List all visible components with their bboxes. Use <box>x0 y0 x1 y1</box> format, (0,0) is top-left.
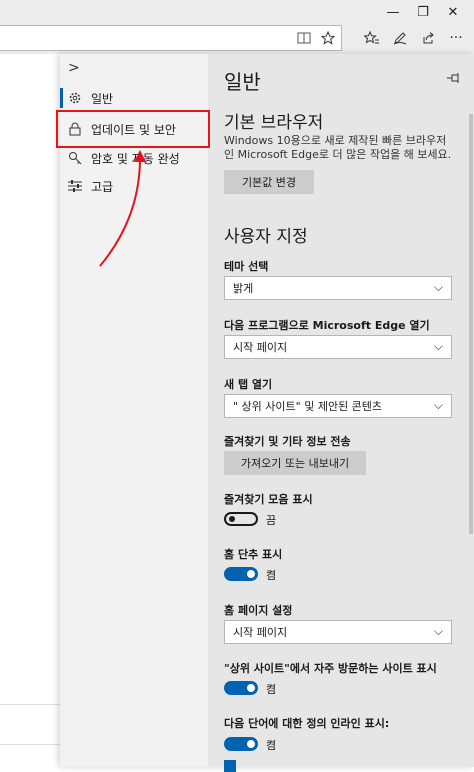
top-sites-state: 켬 <box>266 683 277 696</box>
settings-content: 일반 기본 브라우저 Windows 10용으로 새로 제작된 빠른 브라우저인… <box>208 54 474 772</box>
browser-toolbar: ··· <box>0 24 474 54</box>
sliders-icon <box>67 178 83 194</box>
theme-select[interactable]: 밝게 ⌵ <box>224 276 452 300</box>
home-button-toggle[interactable] <box>224 567 258 581</box>
import-export-button[interactable]: 가져오기 또는 내보내기 <box>224 451 366 475</box>
definition-checkbox[interactable] <box>224 760 236 772</box>
home-page-value: 시작 페이지 <box>233 626 288 639</box>
annotation-arrow <box>99 150 146 267</box>
page-divider <box>0 744 60 745</box>
new-tab-value: " 상위 사이트" 및 제안된 콘텐츠 <box>233 400 383 413</box>
pin-icon[interactable] <box>447 72 460 87</box>
more-icon[interactable]: ··· <box>442 25 470 51</box>
nav-item-general[interactable]: 일반 <box>60 84 208 112</box>
favorites-bar-state: 끔 <box>266 514 277 527</box>
inline-definition-toggle[interactable] <box>224 737 258 751</box>
open-with-select[interactable]: 시작 페이지 ⌵ <box>224 335 452 359</box>
chevron-down-icon: ⌵ <box>433 624 443 638</box>
open-with-label: 다음 프로그램으로 Microsoft Edge 열기 <box>224 319 430 332</box>
scrollbar-thumb[interactable] <box>469 114 473 534</box>
default-browser-description: Windows 10용으로 새로 제작된 빠른 브라우저인 Microsoft … <box>224 134 452 161</box>
home-page-label: 홈 페이지 설정 <box>224 604 293 617</box>
inline-definition-state: 켬 <box>266 739 277 752</box>
import-label: 즐겨찾기 및 기타 정보 전송 <box>224 435 351 448</box>
title-bar: — ❐ ✕ <box>0 0 474 24</box>
key-icon <box>67 150 83 166</box>
inline-definition-label: 다음 단어에 대한 정의 인라인 표시: <box>224 717 390 730</box>
gear-icon <box>67 90 83 106</box>
favorites-bar-label: 즐겨찾기 모음 표시 <box>224 493 313 506</box>
top-sites-toggle[interactable] <box>224 681 258 695</box>
top-sites-label: "상위 사이트"에서 자주 방문하는 사이트 표시 <box>224 662 437 675</box>
nav-item-label: 일반 <box>91 91 114 106</box>
new-tab-select[interactable]: " 상위 사이트" 및 제안된 콘텐츠 ⌵ <box>224 394 452 418</box>
share-icon[interactable] <box>414 25 442 51</box>
pen-notes-icon[interactable] <box>386 25 414 51</box>
default-browser-heading: 기본 브라우저 <box>224 113 324 133</box>
close-button[interactable]: ✕ <box>430 0 474 24</box>
page-title: 일반 <box>224 70 261 94</box>
home-button-state: 켬 <box>266 569 277 582</box>
change-default-button[interactable]: 기본값 변경 <box>224 170 314 194</box>
page-divider <box>0 704 60 705</box>
favorites-bar-toggle[interactable] <box>224 512 258 526</box>
open-with-value: 시작 페이지 <box>233 341 288 354</box>
home-button-label: 홈 단추 표시 <box>224 548 283 561</box>
theme-value: 밝게 <box>233 282 254 295</box>
chevron-down-icon: ⌵ <box>433 398 443 412</box>
chevron-down-icon: ⌵ <box>433 280 443 294</box>
annotation-highlight-box <box>56 110 210 148</box>
chevron-down-icon: ⌵ <box>433 339 443 353</box>
favorite-star-icon[interactable] <box>314 25 342 51</box>
collapse-nav-icon[interactable]: > <box>68 60 80 76</box>
customize-heading: 사용자 지정 <box>224 227 308 247</box>
new-tab-label: 새 탭 열기 <box>224 378 273 391</box>
theme-label: 테마 선택 <box>224 260 269 273</box>
home-page-select[interactable]: 시작 페이지 ⌵ <box>224 620 452 644</box>
scrollbar[interactable] <box>468 54 474 767</box>
favorites-hub-icon[interactable] <box>358 25 386 51</box>
